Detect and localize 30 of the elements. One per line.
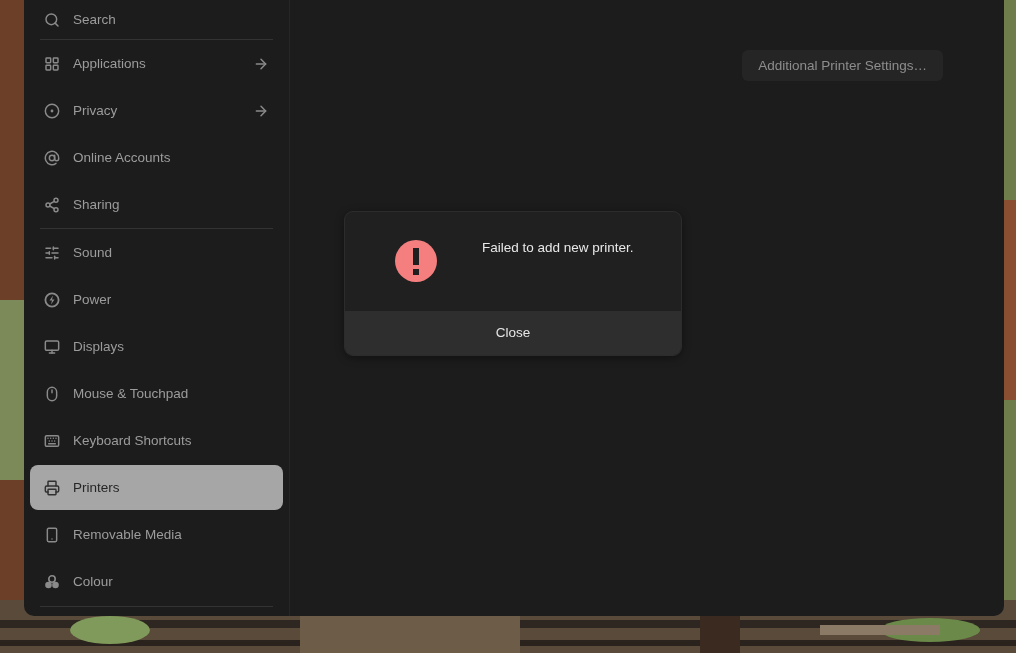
error-message: Failed to add new printer. xyxy=(482,240,634,255)
mouse-icon xyxy=(44,385,60,402)
sidebar-item[interactable]: Mouse & Touchpad xyxy=(30,371,283,416)
printer-icon xyxy=(44,479,60,496)
sidebar-item[interactable]: Printers xyxy=(30,465,283,510)
sidebar-item[interactable]: Removable Media xyxy=(30,512,283,557)
error-icon xyxy=(395,240,437,282)
close-button[interactable]: Close xyxy=(345,311,681,355)
share-icon xyxy=(44,196,60,213)
additional-settings-button[interactable]: Additional Printer Settings… xyxy=(742,50,943,81)
sidebar-item[interactable]: Privacy xyxy=(30,88,283,133)
sidebar-item[interactable]: Power xyxy=(30,277,283,322)
sidebar-item[interactable]: Applications xyxy=(30,41,283,86)
keyboard-icon xyxy=(44,432,60,449)
circles-icon xyxy=(44,573,60,590)
sidebar-item[interactable]: Colour xyxy=(30,559,283,604)
sidebar-item[interactable]: Online Accounts xyxy=(30,135,283,180)
sidebar-item[interactable]: Sound xyxy=(30,230,283,275)
sidebar-item[interactable]: Displays xyxy=(30,324,283,369)
search-icon xyxy=(44,11,60,28)
grid-icon xyxy=(44,55,60,72)
target-icon xyxy=(44,102,60,119)
monitor-icon xyxy=(44,338,60,355)
bolt-icon xyxy=(44,291,60,308)
sidebar-item[interactable]: Keyboard Shortcuts xyxy=(30,418,283,463)
sliders-icon xyxy=(44,244,60,261)
phone-icon xyxy=(44,526,60,543)
sidebar-item[interactable]: Sharing xyxy=(30,182,283,227)
search-item[interactable]: Search xyxy=(30,1,283,38)
at-sign-icon xyxy=(44,149,60,166)
